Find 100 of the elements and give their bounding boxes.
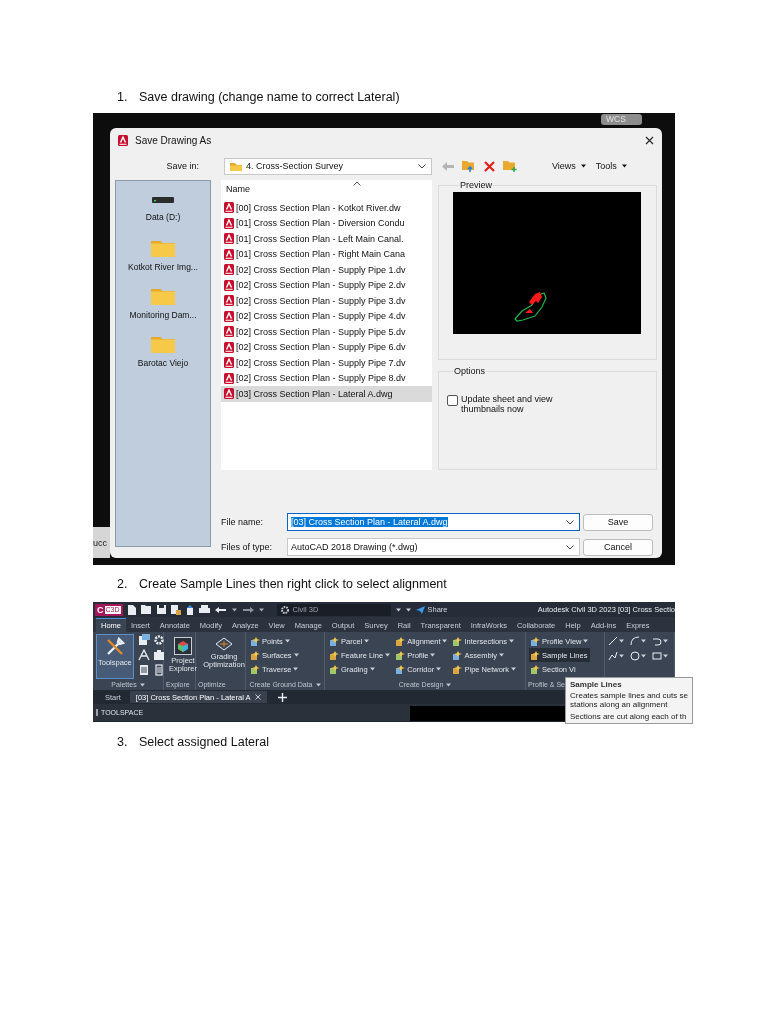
field-label: Save in:: [165, 161, 199, 171]
caret-icon[interactable]: [621, 164, 627, 168]
dropdown-caret-icon[interactable]: [369, 667, 375, 671]
file-row[interactable]: [01] Cross Section Plan - Diversion Condu: [221, 215, 432, 231]
dwg-file-icon: [224, 372, 234, 384]
file-row[interactable]: [02] Cross Section Plan - Supply Pipe 8.dv: [221, 370, 432, 386]
tool-icon: [251, 664, 260, 674]
chevron-down-icon[interactable]: [566, 544, 574, 550]
save-as-icon[interactable]: [170, 604, 181, 615]
step-text: Select assigned Lateral: [139, 735, 269, 749]
gear-icon[interactable]: [152, 634, 165, 646]
new-folder-icon[interactable]: [503, 160, 517, 172]
open-folder-icon[interactable]: [140, 605, 152, 614]
dropdown-caret-icon[interactable]: [293, 667, 299, 671]
toolbar-menu-button[interactable]: Views: [552, 161, 586, 171]
easel-icon[interactable]: [137, 649, 150, 661]
dwg-file-icon: [224, 279, 234, 291]
file-row[interactable]: [02] Cross Section Plan - Supply Pipe 6.dv: [221, 339, 432, 355]
dropdown-caret-icon[interactable]: [499, 653, 504, 657]
tool-icon: [531, 650, 540, 660]
caret-icon[interactable]: [580, 164, 586, 168]
case-icon[interactable]: [152, 649, 165, 661]
file-row[interactable]: [02] Cross Section Plan - Supply Pipe 3.dv: [221, 293, 432, 309]
dwg-file-icon: [224, 326, 234, 338]
file-row[interactable]: [02] Cross Section Plan - Supply Pipe 1.dv: [221, 262, 432, 278]
undo-icon[interactable]: [214, 605, 227, 614]
file-row[interactable]: [02] Cross Section Plan - Supply Pipe 4.dv: [221, 308, 432, 324]
dropdown-caret-icon[interactable]: [284, 639, 290, 643]
sort-caret-icon[interactable]: [353, 181, 361, 186]
dropdown-caret-icon[interactable]: [641, 639, 646, 643]
file-row[interactable]: [03] Cross Section Plan - Lateral A.dwg: [221, 386, 432, 402]
dwg-file-icon: [224, 341, 234, 353]
dropdown-caret-icon[interactable]: [641, 654, 646, 658]
polyline-icon[interactable]: [608, 651, 618, 661]
file-row[interactable]: [01] Cross Section Plan - Left Main Canal.: [221, 231, 432, 247]
dropdown-caret-icon[interactable]: [436, 667, 442, 671]
dwg-file-icon: [224, 388, 234, 400]
places-item[interactable]: Data (D:): [116, 191, 210, 239]
tool-icon: [531, 636, 540, 646]
redo-icon[interactable]: [241, 605, 254, 614]
step-text: Create Sample Lines then right click to select alignment: [139, 577, 447, 591]
file-row[interactable]: [02] Cross Section Plan - Supply Pipe 7.dv: [221, 355, 432, 371]
folder-up-icon[interactable]: [462, 160, 476, 172]
file-row[interactable]: [02] Cross Section Plan - Supply Pipe 5.dv: [221, 324, 432, 340]
dropdown-caret-icon[interactable]: [509, 639, 514, 643]
delete-icon[interactable]: [484, 160, 495, 172]
save-in-dropdown[interactable]: 4. Cross-Section Survey: [224, 157, 432, 175]
caret-icon[interactable]: [258, 607, 264, 612]
arc-icon[interactable]: [630, 636, 640, 646]
file-row[interactable]: [00] Cross Section Plan - Kotkot River.dw: [221, 200, 432, 216]
document-icon[interactable]: [137, 634, 150, 646]
file-row[interactable]: [02] Cross Section Plan - Supply Pipe 2.dv: [221, 277, 432, 293]
panel-menu-caret-icon[interactable]: [139, 682, 145, 687]
circle-icon[interactable]: [630, 651, 640, 661]
notes-icon[interactable]: [137, 664, 150, 676]
save-button[interactable]: Save: [583, 513, 653, 531]
new-file-icon[interactable]: [127, 604, 136, 615]
file-row[interactable]: [01] Cross Section Plan - Right Main Cana: [221, 246, 432, 262]
upload-icon[interactable]: [185, 604, 194, 615]
printer-icon[interactable]: [198, 605, 210, 614]
tool-icon: [453, 664, 463, 674]
dropdown-caret-icon[interactable]: [430, 653, 436, 657]
line-icon[interactable]: [608, 636, 618, 646]
step-number: 2.: [117, 577, 129, 591]
places-item[interactable]: Kotkot River Img...: [116, 239, 210, 287]
toolbar-menu-button[interactable]: Tools: [595, 161, 627, 171]
thumbnail-checkbox[interactable]: Update sheet and view thumbnails now: [447, 394, 656, 414]
add-tab-icon[interactable]: [277, 692, 287, 702]
chevron-down-icon[interactable]: [566, 519, 574, 525]
dwg-file-icon: [118, 134, 128, 146]
dropdown-caret-icon[interactable]: [663, 639, 668, 643]
dwg-file-icon: [224, 357, 234, 369]
file-name-field[interactable]: [03] Cross Section Plan - Lateral A.dwg: [287, 513, 580, 531]
tool-icon: [453, 636, 463, 646]
file-type-dropdown[interactable]: AutoCAD 2018 Drawing (*.dwg): [287, 538, 580, 556]
places-item[interactable]: Monitoring Dam...: [116, 287, 210, 335]
chevron-down-icon[interactable]: [418, 163, 426, 169]
dropdown-caret-icon[interactable]: [442, 639, 448, 643]
dropdown-caret-icon[interactable]: [619, 654, 624, 658]
panel-menu-caret-icon[interactable]: [446, 682, 452, 687]
rectangle-icon[interactable]: [652, 651, 662, 661]
tool-icon: [330, 664, 339, 674]
close-icon[interactable]: [645, 135, 654, 145]
caret-icon[interactable]: [231, 607, 237, 612]
dropdown-caret-icon[interactable]: [663, 654, 668, 658]
step-number: 1.: [117, 90, 129, 104]
dropdown-caret-icon[interactable]: [619, 639, 624, 643]
dropdown-caret-icon[interactable]: [583, 639, 589, 643]
save-icon[interactable]: [156, 605, 166, 614]
tooltip-note: Sections are cut along each of th: [570, 712, 688, 721]
list-icon[interactable]: [152, 664, 165, 676]
cancel-button[interactable]: Cancel: [583, 538, 653, 556]
dropdown-caret-icon[interactable]: [364, 639, 370, 643]
panel-menu-caret-icon[interactable]: [315, 682, 321, 687]
dwg-file-icon: [224, 233, 234, 245]
column-header[interactable]: Name: [221, 180, 432, 200]
dropdown-caret-icon[interactable]: [385, 653, 391, 657]
dropdown-caret-icon[interactable]: [293, 653, 299, 657]
dropdown-caret-icon[interactable]: [511, 667, 517, 671]
places-item[interactable]: Barotac Viejo: [116, 335, 210, 383]
